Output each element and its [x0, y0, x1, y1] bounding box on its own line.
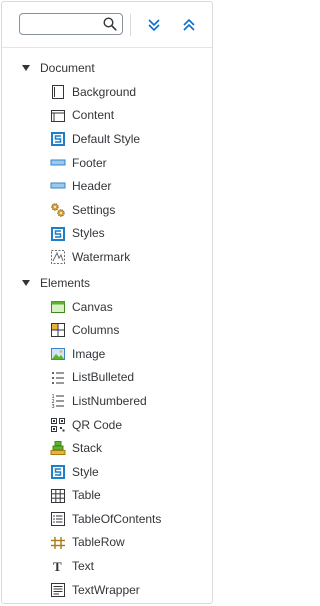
background-icon	[52, 85, 64, 99]
style-icon	[51, 464, 65, 479]
expand-all-button[interactable]	[141, 13, 167, 37]
tree-item-label: ListBulleted	[72, 370, 135, 385]
tree-item-list-numbered[interactable]: 123 ListNumbered	[2, 389, 212, 413]
tree-item-style[interactable]: Style	[2, 460, 212, 484]
style-icon	[51, 132, 65, 147]
table-icon	[51, 488, 65, 503]
search-icon[interactable]	[103, 17, 117, 31]
svg-text:T: T	[53, 559, 62, 574]
tree-item-label: Stack	[72, 441, 103, 456]
element-tree-panel: Document Background Content Default Styl…	[1, 1, 213, 604]
list-bulleted-icon	[52, 371, 64, 384]
double-chevron-up-icon	[183, 18, 195, 31]
tree-item-label: Settings	[72, 202, 116, 217]
columns-icon	[51, 323, 65, 338]
tree-item-label: Footer	[72, 155, 107, 170]
tree-item-canvas[interactable]: Canvas	[2, 295, 212, 319]
caret-down-icon[interactable]	[22, 64, 30, 72]
table-of-contents-icon	[51, 512, 65, 527]
tree-item-label: QR Code	[72, 417, 123, 432]
toolbar-separator	[130, 14, 131, 36]
tree-item-label: Content	[72, 108, 115, 123]
canvas-icon	[51, 300, 65, 313]
collapse-all-button[interactable]	[176, 13, 202, 37]
tree-item-label: TableOfContents	[72, 511, 162, 526]
tree-item-label: TextWrapper	[72, 582, 140, 597]
tree-item-header[interactable]: Header	[2, 174, 212, 198]
qr-code-icon	[51, 417, 65, 432]
tree-item-label: Text	[72, 559, 95, 574]
tree-item-table-row[interactable]: TableRow	[2, 531, 212, 555]
search-field[interactable]	[19, 13, 123, 35]
svg-text:3: 3	[52, 404, 55, 409]
tree-item-background[interactable]: Background	[2, 80, 212, 104]
footer-icon	[50, 159, 66, 166]
tree-item-list-bulleted[interactable]: ListBulleted	[2, 366, 212, 390]
tree-item-default-style[interactable]: Default Style	[2, 127, 212, 151]
tree-item-label: Table	[72, 488, 101, 503]
tree-item-footer[interactable]: Footer	[2, 151, 212, 175]
settings-icon	[51, 203, 65, 217]
tree-item-label: Styles	[72, 226, 105, 241]
style-icon	[51, 226, 65, 241]
tree-item-label: Header	[72, 179, 112, 194]
tree-item-stack[interactable]: Stack	[2, 436, 212, 460]
tree-item-content[interactable]: Content	[2, 104, 212, 128]
tree-item-label: ListNumbered	[72, 393, 147, 408]
tree-group-elements[interactable]: Elements	[2, 271, 212, 295]
header-icon	[50, 182, 66, 189]
tree-item-table-of-contents[interactable]: TableOfContents	[2, 507, 212, 531]
element-tree: Document Background Content Default Styl…	[2, 56, 212, 601]
tree-item-settings[interactable]: Settings	[2, 198, 212, 222]
tree-item-label: Watermark	[72, 249, 131, 264]
tree-group-label: Elements	[40, 275, 91, 290]
tree-group-label: Document	[40, 61, 95, 75]
tree-item-styles[interactable]: Styles	[2, 222, 212, 246]
double-chevron-down-icon	[148, 19, 160, 32]
stack-icon	[50, 441, 66, 456]
image-icon	[51, 347, 65, 360]
table-row-icon	[51, 536, 65, 549]
tree-item-qr-code[interactable]: QR Code	[2, 413, 212, 437]
tree-item-label: Background	[72, 84, 137, 99]
tree-item-table[interactable]: Table	[2, 484, 212, 508]
tree-item-label: Columns	[72, 323, 120, 338]
toolbar	[2, 2, 212, 48]
tree-item-image[interactable]: Image	[2, 342, 212, 366]
tree-item-watermark[interactable]: Watermark	[2, 245, 212, 269]
tree-group-document[interactable]: Document	[2, 56, 212, 80]
tree-item-label: Canvas	[72, 299, 113, 314]
tree-item-label: TableRow	[72, 535, 125, 550]
tree-item-label: Style	[72, 464, 99, 479]
tree-item-text-wrapper[interactable]: TextWrapper	[2, 578, 212, 602]
content-icon	[51, 109, 65, 122]
caret-down-icon[interactable]	[22, 279, 30, 287]
tree-item-text[interactable]: T Text	[2, 554, 212, 578]
tree-item-label: Image	[72, 346, 106, 361]
search-input[interactable]	[24, 15, 102, 33]
tree-item-label: Default Style	[72, 131, 141, 146]
text-icon: T	[53, 559, 62, 574]
list-numbered-icon: 123	[52, 394, 64, 409]
watermark-icon	[51, 250, 65, 265]
tree-item-columns[interactable]: Columns	[2, 318, 212, 342]
text-wrapper-icon	[51, 582, 65, 597]
